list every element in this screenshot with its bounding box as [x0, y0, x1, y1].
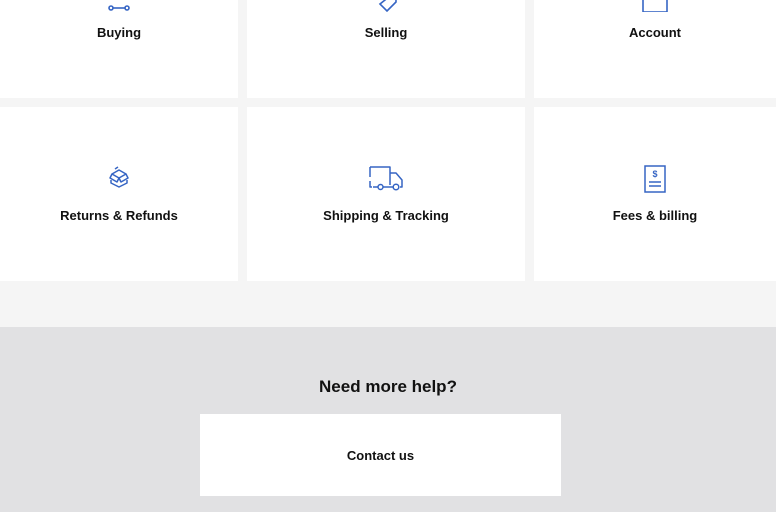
topic-label: Buying	[96, 25, 142, 40]
help-topics-grid: Buying Selling Account Returns & Refunds…	[0, 0, 776, 327]
contact-us-button[interactable]: Contact us	[200, 414, 561, 496]
topic-label: Returns & Refunds	[60, 208, 178, 223]
topic-tile-returns-refunds[interactable]: Returns & Refunds	[0, 107, 238, 281]
topic-tile-account[interactable]: Account	[534, 0, 776, 98]
box-return-icon	[101, 161, 137, 197]
invoice-icon: $	[637, 161, 673, 197]
connector-icon	[101, 0, 137, 18]
truck-icon	[368, 161, 404, 197]
topic-tile-shipping-tracking[interactable]: Shipping & Tracking	[247, 107, 525, 281]
need-more-help-section: Need more help? Contact us	[0, 327, 776, 512]
tag-icon	[368, 0, 404, 18]
topic-tile-buying[interactable]: Buying	[0, 0, 238, 98]
topic-label: Shipping & Tracking	[323, 208, 449, 223]
topic-label: Account	[629, 25, 681, 40]
topic-label: Fees & billing	[612, 208, 698, 223]
account-card-icon	[637, 0, 673, 18]
topic-tile-selling[interactable]: Selling	[247, 0, 525, 98]
help-heading: Need more help?	[319, 377, 457, 396]
topic-tile-fees-billing[interactable]: $ Fees & billing	[534, 107, 776, 281]
topic-label: Selling	[364, 25, 408, 40]
svg-text:$: $	[652, 169, 657, 179]
